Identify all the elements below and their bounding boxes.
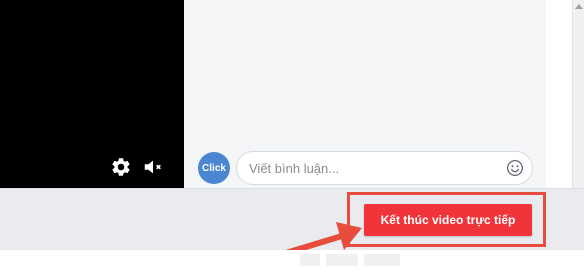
vertical-scrollbar[interactable] xyxy=(572,0,584,188)
panel-margin xyxy=(546,0,572,188)
live-video-preview[interactable] xyxy=(0,0,184,188)
gear-icon[interactable] xyxy=(110,156,132,178)
video-controls xyxy=(110,156,164,178)
avatar-label: Click xyxy=(202,162,226,174)
smiley-icon[interactable] xyxy=(506,159,524,177)
faded-text xyxy=(300,254,400,266)
avatar[interactable]: Click xyxy=(198,152,230,184)
bottom-strip xyxy=(0,250,584,275)
scroll-up-arrow-icon[interactable] xyxy=(575,4,583,9)
end-live-video-button[interactable]: Kết thúc video trực tiếp xyxy=(364,204,532,236)
comment-placeholder: Viết bình luận... xyxy=(249,160,340,176)
comment-input[interactable]: Viết bình luận... xyxy=(236,151,533,185)
speaker-muted-icon[interactable] xyxy=(142,156,164,178)
